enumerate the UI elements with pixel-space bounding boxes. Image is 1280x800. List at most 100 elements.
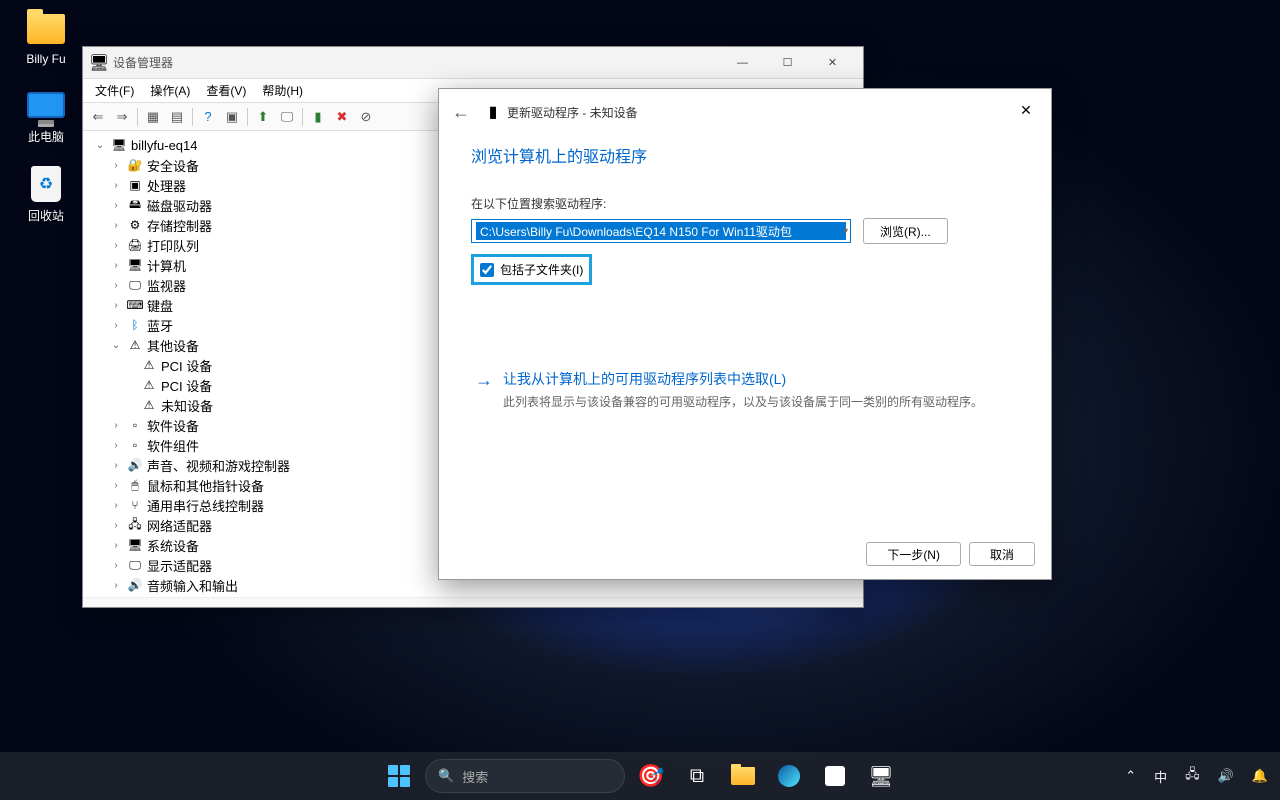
wizard-footer: 下一步(N) 取消 [439,529,1051,579]
mouse-icon: 🖱 [127,477,143,493]
pick-list-title: 让我从计算机上的可用驱动程序列表中选取(L) [503,369,983,389]
next-button[interactable]: 下一步(N) [866,542,961,566]
desktop-icon-label: 回收站 [28,207,64,224]
search-placeholder: 搜索 [462,767,488,786]
back-button[interactable]: ← [449,100,473,124]
edge-icon [778,765,800,787]
explorer-icon [731,767,755,785]
notifications-icon[interactable]: 🔔 [1248,764,1272,788]
folder-icon [25,8,67,50]
close-button[interactable]: ✕ [810,49,855,77]
uninstall-device-icon[interactable]: ✖ [331,106,353,128]
nav-back-icon[interactable]: ⇐ [87,106,109,128]
properties-icon[interactable]: ▤ [166,106,188,128]
start-button[interactable] [379,756,419,796]
disable-device-icon[interactable]: ⊘ [355,106,377,128]
menu-view[interactable]: 查看(V) [198,79,254,102]
pc-icon [25,84,67,126]
search-location-label: 在以下位置搜索驱动程序: [471,195,1019,212]
volume-icon[interactable]: 🔊 [1214,764,1238,788]
desktop-icon-label: Billy Fu [26,52,65,66]
taskbar-edge[interactable] [769,756,809,796]
menu-help[interactable]: 帮助(H) [254,79,311,102]
wizard-heading: 浏览计算机上的驱动程序 [471,143,1019,167]
warning-icon: ⚠ [141,357,157,373]
wizard-title: 更新驱动程序 - 未知设备 [507,104,638,121]
include-subfolders-input[interactable] [480,263,494,277]
browse-button[interactable]: 浏览(R)... [863,218,948,244]
scan-hardware-icon[interactable]: 🖵 [276,106,298,128]
desktop-icon-user-folder[interactable]: Billy Fu [12,8,80,66]
system-tray: ⌃ 中 🖧 🔊 🔔 [1121,761,1272,791]
help-icon[interactable]: ? [197,106,219,128]
titlebar[interactable]: 🖥 设备管理器 — ☐ ✕ [83,47,863,79]
taskbar-center: 🔍 搜索 🎯 ⧉ 🛍 🖥 [379,756,901,796]
desktop-icons: Billy Fu 此电脑 回收站 [12,8,80,224]
desktop-icon-recycle-bin[interactable]: 回收站 [12,163,80,224]
network-icon[interactable]: 🖧 [1181,761,1204,791]
chevron-down-icon[interactable]: ▾ [843,226,848,237]
include-subfolders-label: 包括子文件夹(I) [500,261,583,278]
wizard-header: ← ▮ 更新驱动程序 - 未知设备 ✕ [439,89,1051,135]
usb-icon: ⑂ [127,497,143,513]
bluetooth-icon: ᛒ [127,317,143,333]
pick-from-list-option[interactable]: → 让我从计算机上的可用驱动程序列表中选取(L) 此列表将显示与该设备兼容的可用… [471,363,1019,417]
taskview-icon: ⧉ [690,765,704,788]
devmgr-icon: 🖥 [868,764,893,789]
recycle-bin-icon [25,163,67,205]
action-icon[interactable]: ▣ [221,106,243,128]
taskbar-taskview[interactable]: ⧉ [677,756,717,796]
arrow-right-icon: → [475,371,493,411]
disk-icon: 🖴 [127,197,143,213]
taskbar-store[interactable]: 🛍 [815,756,855,796]
pick-list-description: 此列表将显示与该设备兼容的可用驱动程序，以及与该设备属于同一类别的所有驱动程序。 [503,393,983,411]
audio-icon: 🔊 [127,577,143,593]
security-icon: 🔐 [127,157,143,173]
component-icon: ▫ [127,437,143,453]
maximize-button[interactable]: ☐ [765,49,810,77]
tray-chevron-up-icon[interactable]: ⌃ [1121,764,1140,788]
computer-icon: 🖥 [111,137,127,153]
copilot-icon: 🎯 [637,763,664,789]
desktop-icon-this-pc[interactable]: 此电脑 [12,84,80,145]
taskbar-explorer[interactable] [723,756,763,796]
warning-icon: ⚠ [127,337,143,353]
search-icon: 🔍 [438,768,454,784]
network-icon: 🖧 [127,517,143,533]
driver-update-wizard: ← ▮ 更新驱动程序 - 未知设备 ✕ 浏览计算机上的驱动程序 在以下位置搜索驱… [438,88,1052,580]
windows-icon [388,765,410,787]
menu-action[interactable]: 操作(A) [142,79,198,102]
taskbar: 🔍 搜索 🎯 ⧉ 🛍 🖥 ⌃ 中 🖧 🔊 🔔 [0,752,1280,800]
driver-path-input[interactable] [476,222,846,240]
driver-path-combo[interactable]: ▾ [471,219,851,243]
ime-indicator[interactable]: 中 [1150,763,1171,790]
taskbar-search[interactable]: 🔍 搜索 [425,759,625,793]
show-hide-tree-icon[interactable]: ▦ [142,106,164,128]
taskbar-devmgr[interactable]: 🖥 [861,756,901,796]
device-icon: ▮ [485,104,501,120]
minimize-button[interactable]: — [720,49,765,77]
storage-icon: ⚙ [127,217,143,233]
include-subfolders-checkbox[interactable]: 包括子文件夹(I) [471,254,592,285]
warning-icon: ⚠ [141,377,157,393]
sound-icon: 🔊 [127,457,143,473]
software-icon: ▫ [127,417,143,433]
close-button[interactable]: ✕ [1007,95,1045,125]
nav-forward-icon[interactable]: ⇒ [111,106,133,128]
warning-icon: ⚠ [141,397,157,413]
cpu-icon: ▣ [127,177,143,193]
update-driver-icon[interactable]: ⬆ [252,106,274,128]
monitor-icon: 🖵 [127,277,143,293]
enable-device-icon[interactable]: ▮ [307,106,329,128]
menu-file[interactable]: 文件(F) [87,79,142,102]
computer-icon: 🖥 [127,257,143,273]
taskbar-copilot[interactable]: 🎯 [631,756,671,796]
display-icon: 🖵 [127,557,143,573]
cancel-button[interactable]: 取消 [969,542,1035,566]
window-title: 设备管理器 [113,54,720,71]
status-bar [83,597,863,607]
printer-icon: 🖨 [127,237,143,253]
keyboard-icon: ⌨ [127,297,143,313]
wizard-body: 浏览计算机上的驱动程序 在以下位置搜索驱动程序: ▾ 浏览(R)... 包括子文… [439,135,1051,529]
system-icon: 🖥 [127,537,143,553]
